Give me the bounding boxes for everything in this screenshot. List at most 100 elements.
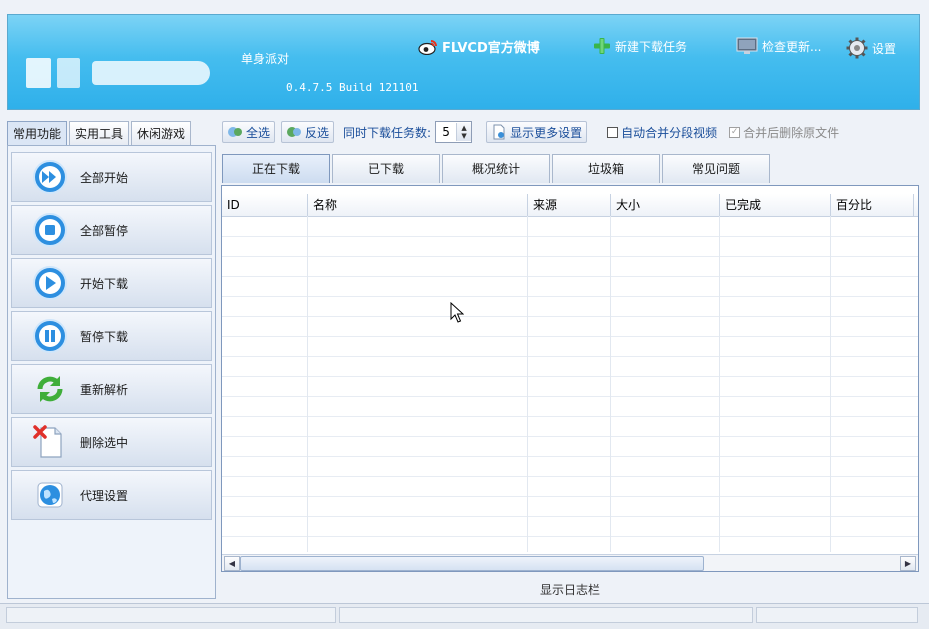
tab-common-functions[interactable]: 常用功能 [7, 121, 68, 145]
proxy-settings-label: 代理设置 [80, 488, 129, 503]
pause-download-label: 暂停下载 [80, 329, 129, 344]
column-header-name[interactable]: 名称 [308, 194, 528, 216]
column-header-size[interactable]: 大小 [611, 194, 720, 216]
empty-table-row [222, 377, 918, 397]
weibo-label: FLVCD官方微博 [442, 41, 540, 56]
version-label: 0.4.7.5 Build 121101 [286, 81, 419, 94]
main-tab-bar: 正在下载 已下载 概况统计 垃圾箱 常见问题 [222, 154, 772, 184]
stop-icon [33, 213, 67, 247]
invert-selection-label: 反选 [305, 125, 330, 140]
empty-table-row [222, 257, 918, 277]
start-download-button[interactable]: 开始下载 [11, 258, 212, 308]
status-bar [0, 603, 929, 629]
empty-table-row [222, 317, 918, 337]
column-divider [719, 216, 720, 552]
column-header-percent[interactable]: 百分比 [831, 194, 914, 216]
logo [26, 58, 51, 88]
column-header-source[interactable]: 来源 [528, 194, 611, 216]
mouse-cursor-icon [450, 302, 464, 323]
pause-download-button[interactable]: 暂停下载 [11, 311, 212, 361]
stepper-up-icon[interactable]: ▲ [461, 124, 466, 132]
download-table[interactable]: ID 名称 来源 大小 已完成 百分比 ◀ ▶ [221, 185, 919, 572]
toolbar: 全选 反选 同时下载任务数: 5 ▲ ▼ 显示更多设置 自动合并分段视频 ✓ 合… [222, 119, 839, 145]
status-cell-2 [339, 607, 753, 623]
check-update-label: 检查更新... [762, 39, 822, 54]
empty-table-row [222, 397, 918, 417]
tab-games[interactable]: 休闲游戏 [131, 121, 192, 145]
invert-selection-icon [287, 127, 302, 137]
new-task-button[interactable]: 新建下载任务 [593, 37, 687, 55]
delete-after-merge-box[interactable]: ✓ [729, 126, 741, 138]
refresh-icon [37, 376, 63, 402]
auto-merge-label: 自动合并分段视频 [621, 125, 718, 140]
empty-table-row [222, 337, 918, 357]
auto-merge-box[interactable] [607, 126, 619, 138]
play-icon [33, 266, 67, 300]
empty-table-row [222, 517, 918, 537]
concurrent-tasks-label: 同时下载任务数: [343, 125, 432, 140]
logo-block-3 [92, 61, 210, 85]
scroll-left-icon[interactable]: ◀ [224, 556, 240, 571]
reparse-label: 重新解析 [80, 382, 129, 397]
column-header-id[interactable]: ID [222, 194, 308, 216]
show-log-bar[interactable]: 显示日志栏 [221, 580, 919, 600]
tab-downloaded[interactable]: 已下载 [332, 154, 440, 183]
pause-all-button[interactable]: 全部暂停 [11, 205, 212, 255]
empty-table-row [222, 497, 918, 517]
delete-selected-label: 删除选中 [80, 435, 129, 450]
username-label[interactable]: 单身派对 [241, 50, 289, 67]
delete-after-merge-label: 合并后删除原文件 [743, 125, 840, 140]
column-divider [527, 216, 528, 552]
column-header-completed[interactable]: 已完成 [720, 194, 831, 216]
select-all-icon [228, 127, 242, 137]
scroll-right-icon[interactable]: ▶ [900, 556, 916, 571]
status-cell-1 [6, 607, 336, 623]
empty-table-row [222, 437, 918, 457]
check-update-button[interactable]: 检查更新... [736, 37, 821, 55]
select-all-button[interactable]: 全选 [222, 121, 276, 143]
delete-after-merge-checkbox[interactable]: ✓ 合并后删除原文件 [729, 124, 839, 141]
pause-all-label: 全部暂停 [80, 223, 129, 238]
reparse-button[interactable]: 重新解析 [11, 364, 212, 414]
empty-table-row [222, 357, 918, 377]
empty-table-row [222, 417, 918, 437]
select-all-label: 全选 [246, 125, 271, 140]
document-settings-icon [493, 124, 505, 140]
empty-table-row [222, 477, 918, 497]
delete-selected-button[interactable]: 删除选中 [11, 417, 212, 467]
auto-merge-checkbox[interactable]: 自动合并分段视频 [607, 124, 717, 141]
header-banner: 单身派对 0.4.7.5 Build 121101 FLVCD官方微博 新建下载… [7, 14, 920, 110]
proxy-settings-button[interactable]: 代理设置 [11, 470, 212, 520]
settings-label: 设置 [872, 41, 897, 56]
empty-table-row [222, 217, 918, 237]
tab-utilities[interactable]: 实用工具 [69, 121, 130, 145]
more-settings-label: 显示更多设置 [510, 125, 583, 140]
tab-trash[interactable]: 垃圾箱 [552, 154, 660, 183]
logo-block-2 [57, 58, 80, 88]
start-all-label: 全部开始 [80, 170, 129, 185]
table-header: ID 名称 来源 大小 已完成 百分比 [222, 194, 918, 217]
weibo-link[interactable]: FLVCD官方微博 [418, 37, 540, 56]
invert-selection-button[interactable]: 反选 [281, 121, 335, 143]
more-settings-button[interactable]: 显示更多设置 [486, 121, 588, 143]
concurrent-tasks-stepper[interactable]: 5 ▲ ▼ [435, 121, 473, 143]
column-divider [307, 216, 308, 552]
start-download-label: 开始下载 [80, 276, 129, 291]
delete-file-icon [33, 425, 62, 458]
weibo-icon [418, 39, 437, 55]
new-task-label: 新建下载任务 [615, 39, 688, 54]
concurrent-tasks-value[interactable]: 5 [436, 125, 456, 139]
settings-button[interactable]: 设置 [846, 37, 896, 59]
tab-statistics[interactable]: 概况统计 [442, 154, 550, 183]
column-divider [830, 216, 831, 552]
horizontal-scrollbar[interactable]: ◀ ▶ [222, 554, 918, 571]
stepper-down-icon[interactable]: ▼ [461, 132, 466, 140]
empty-table-row [222, 237, 918, 257]
tab-faq[interactable]: 常见问题 [662, 154, 770, 183]
stepper-arrows[interactable]: ▲ ▼ [456, 123, 472, 141]
tab-downloading[interactable]: 正在下载 [222, 154, 330, 183]
fast-forward-icon [33, 160, 67, 194]
scrollbar-thumb[interactable] [240, 556, 704, 571]
start-all-button[interactable]: 全部开始 [11, 152, 212, 202]
monitor-icon [736, 37, 758, 54]
